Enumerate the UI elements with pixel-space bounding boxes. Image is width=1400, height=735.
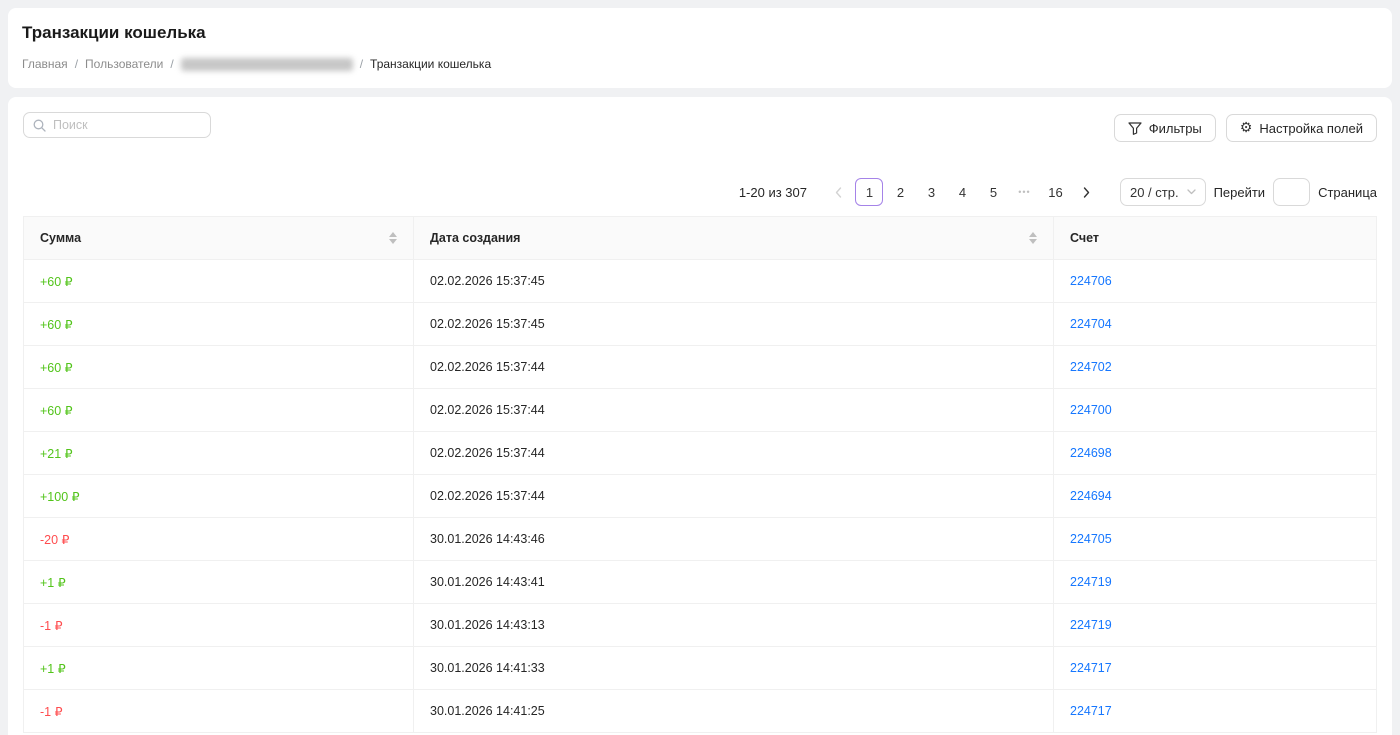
breadcrumb-item: Транзакции кошелька — [370, 57, 491, 71]
amount-value: -20 ₽ — [40, 533, 70, 547]
created-date-value: 02.02.2026 15:37:45 — [430, 317, 545, 331]
filters-button[interactable]: Фильтры — [1114, 114, 1216, 142]
page-button[interactable]: 16 — [1041, 178, 1069, 206]
created-date-value: 02.02.2026 15:37:44 — [430, 403, 545, 417]
previous-page-button — [824, 178, 852, 206]
created-date-value: 02.02.2026 15:37:44 — [430, 489, 545, 503]
breadcrumb-separator: / — [170, 57, 173, 71]
account-link[interactable]: 224700 — [1070, 403, 1112, 417]
toolbar-buttons: Фильтры ⚙ Настройка полей — [1114, 114, 1377, 142]
jump-label: Перейти — [1214, 185, 1266, 200]
page-button[interactable]: 2 — [886, 178, 914, 206]
account-link[interactable]: 224717 — [1070, 704, 1112, 718]
page-button-active[interactable]: 1 — [855, 178, 883, 206]
page-jump-input[interactable] — [1273, 178, 1310, 206]
created-date-value: 02.02.2026 15:37:44 — [430, 446, 545, 460]
amount-value: +60 ₽ — [40, 404, 73, 418]
next-page-button[interactable] — [1072, 178, 1100, 206]
table-row: +60 ₽ 02.02.2026 15:37:45 224706 — [24, 260, 1377, 303]
filters-button-label: Фильтры — [1149, 121, 1202, 136]
breadcrumb-separator: / — [75, 57, 78, 71]
amount-value: +60 ₽ — [40, 361, 73, 375]
fields-settings-button[interactable]: ⚙ Настройка полей — [1226, 114, 1377, 142]
amount-value: -1 ₽ — [40, 619, 63, 633]
page-title: Транзакции кошелька — [22, 23, 1376, 43]
created-date-value: 30.01.2026 14:43:41 — [430, 575, 545, 589]
amount-value: +1 ₽ — [40, 576, 66, 590]
page-word-label: Страница — [1318, 185, 1377, 200]
sort-icon[interactable] — [389, 232, 397, 244]
page-size-value: 20 / стр. — [1130, 185, 1179, 200]
search-input[interactable] — [53, 118, 201, 132]
breadcrumb-item[interactable]: Пользователи — [85, 57, 163, 71]
created-date-value: 30.01.2026 14:41:33 — [430, 661, 545, 675]
pagination-ellipsis[interactable]: ••• — [1010, 178, 1038, 206]
table-row: -1 ₽ 30.01.2026 14:43:13 224719 — [24, 604, 1377, 647]
account-link[interactable]: 224717 — [1070, 661, 1112, 675]
amount-value: +21 ₽ — [40, 447, 73, 461]
breadcrumb-item[interactable]: Главная — [22, 57, 68, 71]
created-date-value: 02.02.2026 15:37:44 — [430, 360, 545, 374]
account-link[interactable]: 224694 — [1070, 489, 1112, 503]
amount-value: +60 ₽ — [40, 275, 73, 289]
content-panel: Фильтры ⚙ Настройка полей 1-20 из 307 12… — [8, 97, 1392, 735]
column-header-label: Счет — [1070, 231, 1099, 245]
sort-icon[interactable] — [1029, 232, 1037, 244]
created-date-value: 30.01.2026 14:43:13 — [430, 618, 545, 632]
fields-settings-button-label: Настройка полей — [1259, 121, 1363, 136]
table-row: +60 ₽ 02.02.2026 15:37:44 224702 — [24, 346, 1377, 389]
table-row: +21 ₽ 02.02.2026 15:37:44 224698 — [24, 432, 1377, 475]
account-link[interactable]: 224698 — [1070, 446, 1112, 460]
account-link[interactable]: 224705 — [1070, 532, 1112, 546]
amount-value: -1 ₽ — [40, 705, 63, 719]
created-date-value: 30.01.2026 14:41:25 — [430, 704, 545, 718]
table-row: +60 ₽ 02.02.2026 15:37:44 224700 — [24, 389, 1377, 432]
created-date-value: 30.01.2026 14:43:46 — [430, 532, 545, 546]
search-box[interactable] — [23, 112, 211, 138]
search-icon — [33, 119, 46, 132]
account-link[interactable]: 224702 — [1070, 360, 1112, 374]
table-row: +100 ₽ 02.02.2026 15:37:44 224694 — [24, 475, 1377, 518]
pagination-total: 1-20 из 307 — [739, 185, 807, 200]
column-header: Счет — [1054, 217, 1377, 260]
breadcrumb-separator: / — [360, 57, 363, 71]
transactions-table: Сумма Дата создания Счет +60 ₽ 02.02.2026 … — [23, 216, 1377, 733]
column-header[interactable]: Дата создания — [414, 217, 1054, 260]
table-row: +1 ₽ 30.01.2026 14:41:33 224717 — [24, 647, 1377, 690]
page-button[interactable]: 5 — [979, 178, 1007, 206]
page-button[interactable]: 3 — [917, 178, 945, 206]
page-size-select[interactable]: 20 / стр. — [1120, 178, 1206, 206]
breadcrumb-item-redacted[interactable] — [181, 58, 353, 71]
account-link[interactable]: 224719 — [1070, 618, 1112, 632]
pagination: 1-20 из 307 12345•••16 20 / стр. Перейти… — [23, 178, 1377, 206]
page-button[interactable]: 4 — [948, 178, 976, 206]
column-header-label: Дата создания — [430, 231, 520, 245]
table-header: Сумма Дата создания Счет — [24, 217, 1377, 260]
amount-value: +60 ₽ — [40, 318, 73, 332]
amount-value: +1 ₽ — [40, 662, 66, 676]
gear-icon: ⚙ — [1240, 121, 1253, 135]
table-row: +60 ₽ 02.02.2026 15:37:45 224704 — [24, 303, 1377, 346]
table-row: +1 ₽ 30.01.2026 14:43:41 224719 — [24, 561, 1377, 604]
amount-value: +100 ₽ — [40, 490, 80, 504]
table-row: -1 ₽ 30.01.2026 14:41:25 224717 — [24, 690, 1377, 733]
column-header[interactable]: Сумма — [24, 217, 414, 260]
pagination-pages: 12345•••16 — [823, 178, 1102, 206]
column-header-label: Сумма — [40, 231, 81, 245]
account-link[interactable]: 224704 — [1070, 317, 1112, 331]
account-link[interactable]: 224706 — [1070, 274, 1112, 288]
account-link[interactable]: 224719 — [1070, 575, 1112, 589]
filter-funnel-icon — [1128, 122, 1142, 135]
toolbar: Фильтры ⚙ Настройка полей — [23, 112, 1377, 142]
table-row: -20 ₽ 30.01.2026 14:43:46 224705 — [24, 518, 1377, 561]
chevron-down-icon — [1187, 189, 1196, 195]
breadcrumb: Главная / Пользователи / / Транзакции кошельк… — [22, 57, 1376, 71]
created-date-value: 02.02.2026 15:37:45 — [430, 274, 545, 288]
page-header: Транзакции кошелька Главная / Пользователи… — [8, 8, 1392, 88]
